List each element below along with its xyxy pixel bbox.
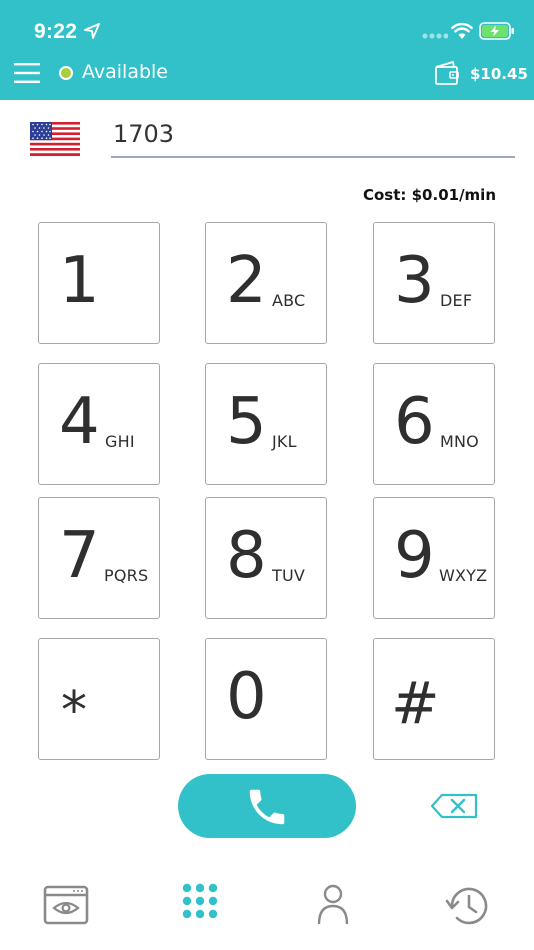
key-digit: 2 (226, 244, 267, 318)
call-cost-label: Cost: $0.01/min (362, 186, 496, 204)
status-time: 9:22 (34, 20, 78, 43)
key-4[interactable]: 4 GHI (38, 363, 160, 485)
key-digit: 1 (59, 244, 100, 318)
app-header: 9:22 Available $10.45 (0, 0, 534, 100)
key-letters: DEF (440, 291, 473, 310)
key-3[interactable]: 3 DEF (373, 222, 495, 344)
wifi-icon (451, 22, 473, 39)
key-letters: MNO (440, 432, 479, 451)
dialer-screen: 9:22 Available $10.45 1703 Cost: $0.01/m… (0, 0, 534, 950)
battery-charging-icon (479, 22, 514, 40)
key-1[interactable]: 1 (38, 222, 160, 344)
key-2[interactable]: 2 ABC (205, 222, 327, 344)
wallet-icon[interactable] (433, 59, 461, 87)
key-letters: WXYZ (439, 566, 488, 585)
key-hash[interactable]: # (373, 638, 495, 760)
presence-label[interactable]: Available (82, 61, 168, 83)
key-digit: 3 (394, 244, 435, 318)
tab-keypad-icon[interactable] (178, 880, 230, 932)
key-star[interactable]: * (38, 638, 160, 760)
key-digit: # (391, 669, 440, 737)
key-letters: GHI (105, 432, 135, 451)
cellular-signal-icon (422, 33, 448, 39)
key-digit: 5 (226, 385, 267, 459)
key-7[interactable]: 7 PQRS (38, 497, 160, 619)
key-digit: 7 (59, 519, 100, 593)
menu-icon[interactable] (14, 61, 40, 85)
key-5[interactable]: 5 JKL (205, 363, 327, 485)
account-balance[interactable]: $10.45 (470, 65, 528, 83)
key-9[interactable]: 9 WXYZ (373, 497, 495, 619)
tab-contact-icon[interactable] (312, 880, 364, 932)
key-digit: 6 (394, 385, 435, 459)
call-button[interactable] (178, 774, 356, 838)
presence-status-dot[interactable] (59, 66, 73, 80)
phone-icon (249, 789, 285, 825)
location-arrow-icon (84, 23, 100, 39)
key-letters: PQRS (104, 566, 149, 585)
key-letters: TUV (272, 566, 306, 585)
key-digit: 4 (59, 385, 100, 459)
key-letters: ABC (272, 291, 306, 310)
phone-number-input[interactable] (111, 108, 515, 158)
tab-history-icon[interactable] (444, 880, 496, 932)
key-digit: 9 (394, 519, 435, 593)
us-flag-icon[interactable] (30, 122, 80, 156)
key-digit: 0 (226, 660, 267, 734)
key-8[interactable]: 8 TUV (205, 497, 327, 619)
key-digit: * (61, 681, 87, 741)
key-6[interactable]: 6 MNO (373, 363, 495, 485)
key-letters: JKL (272, 432, 297, 451)
key-0[interactable]: 0 (205, 638, 327, 760)
tab-browser-eye-icon[interactable] (42, 880, 94, 932)
key-digit: 8 (226, 519, 267, 593)
backspace-icon[interactable] (430, 793, 478, 819)
